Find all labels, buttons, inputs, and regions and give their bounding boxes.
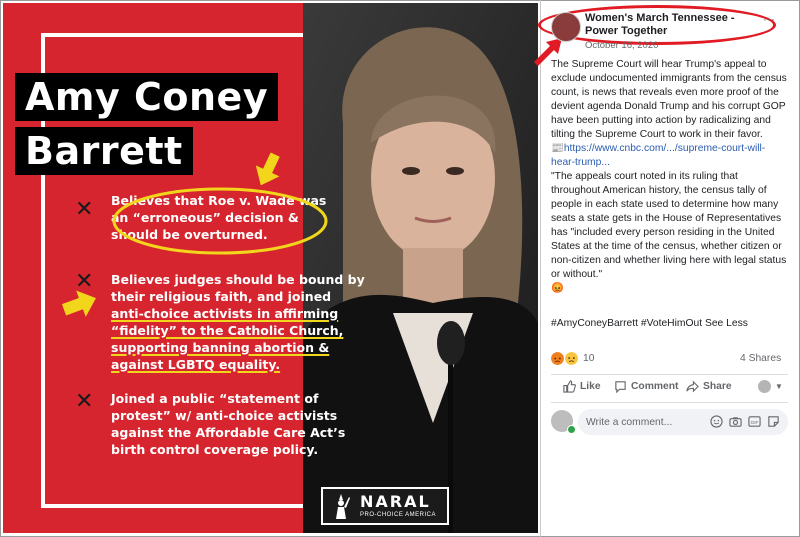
more-options-icon[interactable]: ···	[763, 12, 775, 26]
annotation-overlay	[61, 152, 328, 317]
post-paragraph-1: The Supreme Court will hear Trump's appe…	[551, 59, 787, 140]
reaction-count: 10	[583, 353, 595, 364]
angry-reaction-icon	[551, 352, 564, 365]
comment-label: Comment	[631, 381, 679, 392]
page-name-link[interactable]: Women's March Tennessee - Power Together	[585, 12, 760, 38]
comment-box[interactable]: GIF	[578, 409, 788, 435]
highlight-ellipse	[112, 187, 328, 255]
arrow-down-icon	[255, 152, 280, 186]
comment-input[interactable]	[586, 409, 716, 435]
sticker-icon[interactable]	[767, 415, 780, 428]
chevron-down-icon: ▼	[775, 382, 783, 391]
online-status-icon	[567, 425, 576, 434]
svg-text:GIF: GIF	[751, 420, 759, 425]
page-avatar[interactable]	[551, 12, 581, 42]
post-actions: Like Comment Share ▼	[551, 380, 788, 398]
naral-graphic: Amy Coney Barrett ✕ ✕ ✕ Believes that Ro…	[3, 3, 538, 533]
statue-of-liberty-icon	[328, 491, 354, 521]
comment-button[interactable]: Comment	[614, 380, 678, 393]
article-link[interactable]: https://www.cnbc.com/.../supreme-court-w…	[551, 143, 765, 168]
post-date[interactable]: October 16, 2020	[585, 40, 658, 51]
post-paragraph-2: "The appeals court noted in its ruling t…	[551, 171, 787, 280]
reaction-summary[interactable]: 10	[551, 352, 594, 365]
naral-name: NARAL	[360, 492, 431, 511]
like-label: Like	[580, 381, 601, 392]
comment-icons: GIF	[710, 415, 780, 428]
emoji-icon[interactable]	[710, 415, 723, 428]
share-button[interactable]: Share	[686, 380, 732, 393]
thumbs-up-icon	[563, 380, 576, 393]
naral-subtitle: PRO-CHOICE AMERICA	[360, 512, 437, 518]
hashtags-line[interactable]: #AmyConeyBarrett #VoteHimOut See Less	[551, 318, 748, 329]
arrow-right-icon	[61, 290, 96, 317]
camera-icon[interactable]	[729, 415, 742, 428]
like-button[interactable]: Like	[563, 380, 601, 393]
divider	[551, 402, 788, 403]
panel-separator	[540, 0, 541, 537]
shares-count[interactable]: 4 Shares	[740, 353, 781, 364]
divider	[551, 374, 788, 375]
profile-avatar-small	[758, 380, 771, 393]
newspaper-icon: 📰	[551, 143, 564, 154]
naral-logo-badge: NARAL PRO-CHOICE AMERICA	[321, 487, 449, 525]
sad-reaction-icon	[565, 352, 578, 365]
audience-selector[interactable]: ▼	[758, 380, 783, 393]
comment-bubble-icon	[615, 381, 626, 393]
gif-icon[interactable]: GIF	[748, 415, 761, 428]
share-label: Share	[703, 381, 732, 392]
post-body: The Supreme Court will hear Trump's appe…	[551, 58, 789, 296]
share-arrow-icon	[686, 380, 699, 393]
facebook-post: Women's March Tennessee - Power Together…	[544, 0, 798, 537]
angry-emoji-icon: 😡	[551, 283, 564, 294]
